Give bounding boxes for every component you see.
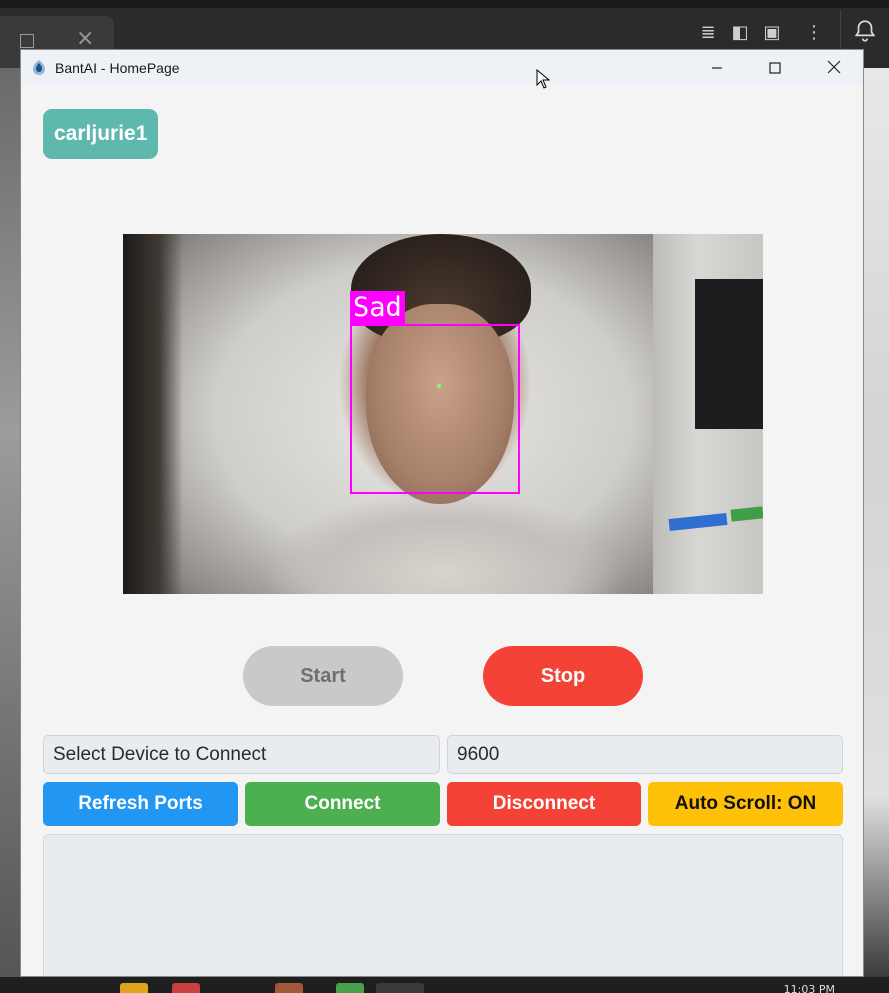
image-icon[interactable]: ▣	[762, 22, 782, 46]
serial-log-area[interactable]	[43, 834, 843, 976]
taskbar-app-icon[interactable]	[336, 983, 364, 993]
auto-scroll-button[interactable]: Auto Scroll: ON	[648, 782, 843, 826]
close-icon	[827, 59, 841, 78]
taskbar: 11:03 PM	[0, 977, 889, 993]
desktop-top-strip	[0, 0, 889, 8]
camera-feed: Sad	[123, 234, 763, 594]
tab-close-icon[interactable]: ×	[76, 26, 94, 51]
background-desktop-left	[0, 68, 20, 978]
window-titlebar[interactable]: BantAI - HomePage	[21, 50, 863, 89]
taskbar-app-icon[interactable]	[376, 983, 424, 993]
app-logo-icon	[31, 59, 47, 77]
camera-frame-shadow	[123, 234, 183, 594]
device-select[interactable]: Select Device to Connect	[43, 735, 440, 774]
emotion-label: Sad	[350, 291, 405, 324]
background-toolbar-icons: ≣ ◧ ▣ ⋮	[698, 22, 824, 46]
close-button[interactable]	[805, 50, 863, 86]
mouse-cursor-icon	[536, 68, 551, 93]
notification-bell-icon[interactable]	[852, 18, 878, 50]
minimize-icon	[711, 59, 723, 78]
refresh-ports-button[interactable]: Refresh Ports	[43, 782, 238, 826]
start-button[interactable]: Start	[243, 646, 403, 706]
list-icon[interactable]: ≣	[698, 22, 718, 46]
taskbar-app-icon[interactable]	[120, 983, 148, 993]
username-badge[interactable]: carljurie1	[43, 109, 159, 159]
minimize-button[interactable]	[688, 50, 746, 86]
reader-icon[interactable]: ◧	[730, 22, 750, 46]
more-icon[interactable]: ⋮	[804, 22, 824, 46]
bantai-window: BantAI - HomePage carljurie1 Sad Start S…	[20, 49, 864, 977]
taskbar-clock: 11:03 PM	[783, 983, 835, 993]
face-detection-box	[350, 324, 520, 494]
taskbar-app-icon[interactable]	[275, 983, 303, 993]
background-desktop-right	[864, 68, 889, 978]
taskbar-app-icon[interactable]	[172, 983, 200, 993]
baud-rate-input[interactable]: 9600	[447, 735, 843, 774]
camera-frame-monitor	[653, 234, 763, 594]
maximize-button[interactable]	[746, 50, 804, 86]
connect-button[interactable]: Connect	[245, 782, 440, 826]
face-landmark-dot	[437, 384, 441, 388]
window-title: BantAI - HomePage	[55, 60, 180, 76]
tab-restore-icon[interactable]	[20, 34, 34, 48]
disconnect-button[interactable]: Disconnect	[447, 782, 641, 826]
stop-button[interactable]: Stop	[483, 646, 643, 706]
maximize-icon	[769, 59, 781, 78]
